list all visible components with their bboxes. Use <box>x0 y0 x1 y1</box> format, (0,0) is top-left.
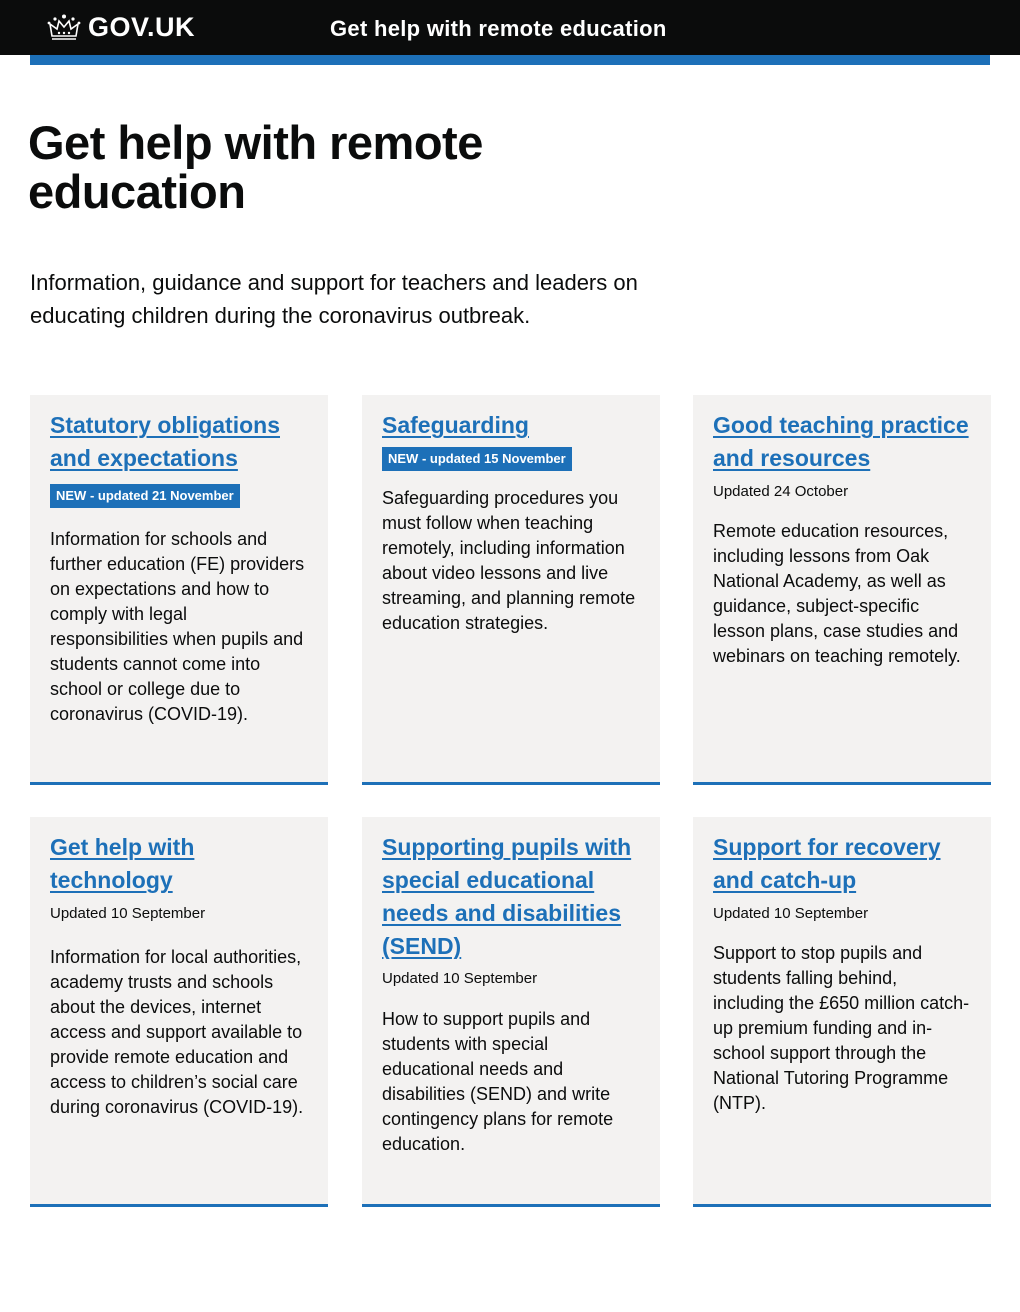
card-send-support: Supporting pupils with special education… <box>362 817 660 1207</box>
lead-paragraph: Information, guidance and support for te… <box>30 270 638 328</box>
updated-date: Updated 24 October <box>713 483 849 500</box>
updated-date: Updated 10 September <box>50 905 206 922</box>
site-header: GOV.UK Get help with remote education <box>0 0 1020 55</box>
crown-icon <box>47 14 81 40</box>
service-name-link[interactable]: Get help with remote education <box>330 16 667 42</box>
card-recovery-catch-up: Support for recovery and catch-up Update… <box>693 817 991 1207</box>
card-description: Remote education resources, including le… <box>713 521 961 666</box>
card-description: Support to stop pupils and students fall… <box>713 943 970 1113</box>
new-tag: NEW - updated 21 November <box>50 484 240 508</box>
card-description: Safeguarding procedures you must follow … <box>382 488 636 633</box>
card-title-link[interactable]: Statutory obligations and expectations <box>50 409 308 475</box>
card-title-link[interactable]: Get help with technology <box>50 831 308 897</box>
new-tag: NEW - updated 15 November <box>382 447 572 471</box>
card-good-teaching-practice: Good teaching practice and resources Upd… <box>693 395 991 785</box>
card-description: Information for schools and further educ… <box>50 529 305 724</box>
card-title-link[interactable]: Support for recovery and catch-up <box>713 831 971 897</box>
page-title: Get help with remote education <box>28 116 483 218</box>
card-description: Information for local authorities, acade… <box>50 947 304 1117</box>
card-title-link[interactable]: Supporting pupils with special education… <box>382 831 640 963</box>
govuk-logo-link[interactable]: GOV.UK <box>46 9 195 45</box>
updated-date: Updated 10 September <box>713 905 869 922</box>
header-blue-bar <box>30 55 990 65</box>
updated-date: Updated 10 September <box>382 970 538 987</box>
card-help-with-technology: Get help with technology Updated 10 Sept… <box>30 817 328 1207</box>
logo-text: GOV.UK <box>88 11 196 42</box>
card-title-link[interactable]: Good teaching practice and resources <box>713 409 971 475</box>
card-title-link[interactable]: Safeguarding <box>382 409 640 442</box>
card-statutory-obligations: Statutory obligations and expectations N… <box>30 395 328 785</box>
card-safeguarding: Safeguarding NEW - updated 15 November S… <box>362 395 660 785</box>
card-description: How to support pupils and students with … <box>382 1009 614 1154</box>
